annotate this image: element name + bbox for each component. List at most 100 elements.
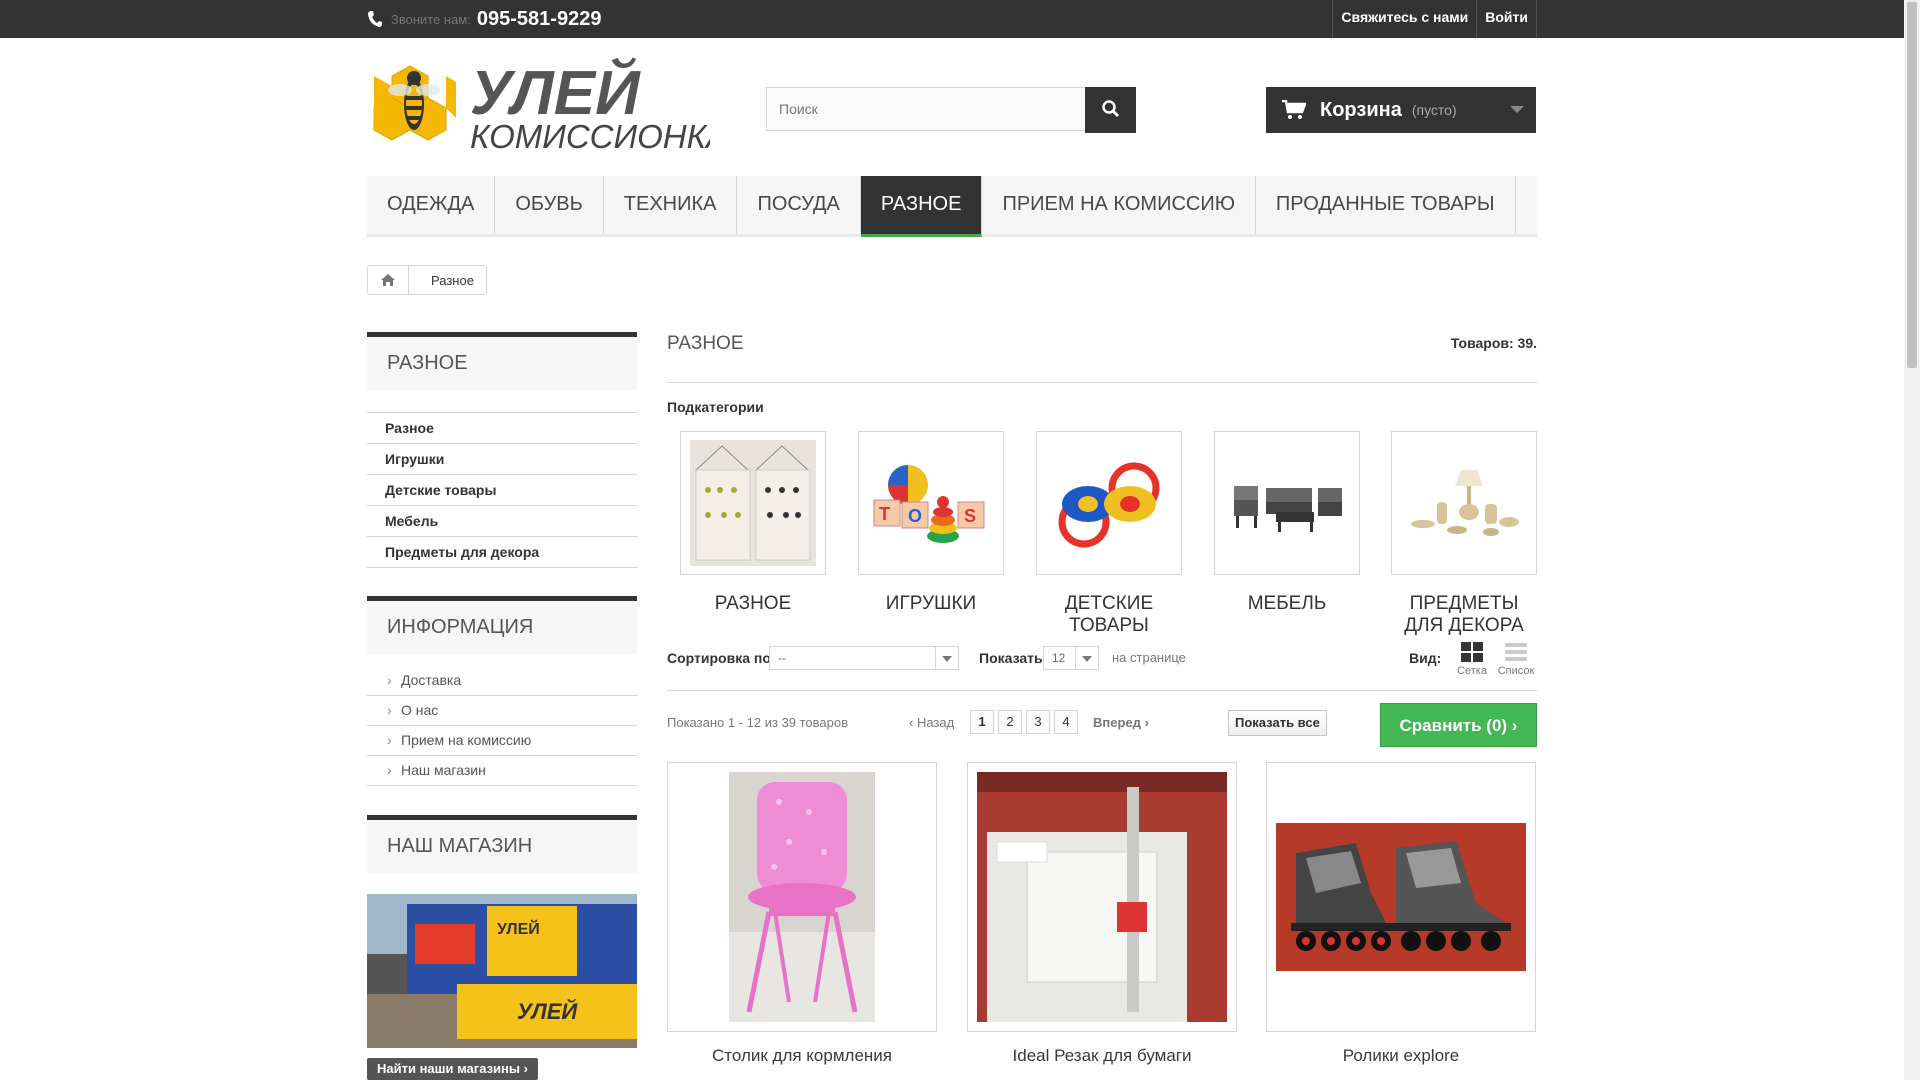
svg-text:O: O — [908, 506, 922, 526]
subcategory-card[interactable]: МЕБЕЛЬ — [1214, 431, 1360, 615]
breadcrumb: Разное — [367, 265, 487, 295]
view-grid-label: Сетка — [1457, 665, 1487, 677]
inline-skates-image[interactable] — [1266, 762, 1536, 1032]
svg-text:УЛЕЙ: УЛЕЙ — [517, 998, 578, 1024]
info-block: ИНФОРМАЦИЯ — [367, 596, 637, 654]
subcategory-name[interactable]: ИГРУШКИ — [858, 593, 1004, 615]
menu-item-sold[interactable]: ПРОДАННЫЕ ТОВАРЫ — [1256, 176, 1516, 234]
svg-text:S: S — [964, 506, 976, 526]
menu-item-shoes[interactable]: ОБУВЬ — [495, 176, 604, 234]
subcategory-name[interactable]: ПРЕДМЕТЫ ДЛЯ ДЕКОРА — [1391, 593, 1537, 637]
divider — [667, 382, 1537, 383]
page-2[interactable]: 2 — [998, 710, 1022, 734]
product-card[interactable]: Столик для кормления — [667, 762, 937, 1066]
cart-label: Корзина — [1320, 98, 1402, 121]
menu-item-dishes[interactable]: ПОСУДА — [737, 176, 861, 234]
phone-info: Звоните нам: 095-581-9229 — [367, 5, 601, 33]
categories-title: РАЗНОЕ — [367, 332, 637, 390]
info-item[interactable]: › Доставка — [367, 666, 637, 696]
cart-icon — [1282, 100, 1306, 119]
shown-count: Показано 1 - 12 из 39 товаров — [667, 715, 848, 730]
decor-items-image[interactable] — [1391, 431, 1537, 575]
find-stores-button[interactable]: Найти наши магазины › — [367, 1058, 538, 1080]
contact-link[interactable]: Свяжитесь с нами — [1332, 0, 1476, 38]
product-name[interactable]: Ролики explore — [1266, 1046, 1536, 1066]
cart-button[interactable]: Корзина (пусто) — [1266, 87, 1536, 133]
page-1[interactable]: 1 — [970, 710, 994, 734]
category-item[interactable]: Предметы для декора — [367, 537, 637, 568]
product-card[interactable]: Ideal Резак для бумаги — [967, 762, 1237, 1066]
product-card[interactable]: Ролики explore — [1266, 762, 1536, 1066]
menu-item-electronics[interactable]: ТЕХНИКА — [604, 176, 738, 234]
subcategory-card[interactable]: РАЗНОЕ — [680, 431, 826, 615]
pacifiers-image[interactable] — [1036, 431, 1182, 575]
chevron-down-icon — [935, 647, 958, 669]
paper-cutter-image[interactable] — [967, 762, 1237, 1032]
subcategory-card[interactable]: T O S ИГРУШКИ — [858, 431, 1004, 615]
chevron-right-icon: › — [387, 672, 392, 688]
list-icon — [1505, 643, 1527, 661]
subcategory-name[interactable]: ДЕТСКИЕ ТОВАРЫ — [1036, 593, 1182, 637]
store-photo[interactable]: УЛЕЙ УЛЕЙ — [367, 894, 637, 1048]
page-title: РАЗНОЕ — [667, 333, 744, 354]
breadcrumb-home[interactable] — [368, 266, 409, 294]
svg-text:УЛЕЙ: УЛЕЙ — [497, 919, 540, 938]
store-block: НАШ МАГАЗИН — [367, 815, 637, 873]
show-all-button[interactable]: Показать все — [1228, 710, 1327, 736]
category-item[interactable]: Разное — [367, 412, 637, 444]
menu-item-consignment[interactable]: ПРИЕМ НА КОМИССИЮ — [982, 176, 1256, 234]
view-list-label: Список — [1497, 665, 1535, 677]
search-button[interactable] — [1085, 87, 1136, 133]
phone-number[interactable]: 095-581-9229 — [477, 8, 602, 31]
categories-block: РАЗНОЕ — [367, 332, 637, 390]
phone-icon — [368, 11, 382, 27]
top-bar: Звоните нам: 095-581-9229 Свяжитесь с на… — [0, 0, 1904, 38]
category-item[interactable]: Игрушки — [367, 444, 637, 475]
honeycomb-bee-icon — [373, 65, 456, 141]
product-name[interactable]: Столик для кормления — [667, 1046, 937, 1066]
chevron-right-icon: › — [387, 762, 392, 778]
info-item[interactable]: › Прием на комиссию — [367, 726, 637, 756]
view-list-button[interactable]: Список — [1496, 642, 1536, 677]
menu-item-misc[interactable]: РАЗНОЕ — [860, 176, 983, 237]
login-link[interactable]: Войти — [1476, 0, 1537, 38]
chevron-down-icon — [1510, 106, 1524, 113]
divider — [667, 690, 1537, 691]
per-page-select[interactable]: 12 — [1043, 646, 1099, 670]
store-title: НАШ МАГАЗИН — [367, 815, 637, 873]
search-box — [766, 87, 1136, 133]
page-scrollbar[interactable] — [1904, 0, 1920, 1080]
subcategory-name[interactable]: МЕБЕЛЬ — [1214, 593, 1360, 615]
subcategories-heading: Подкатегории — [667, 399, 764, 415]
sort-label: Сортировка по — [667, 650, 771, 666]
site-logo[interactable]: УЛЕЙ КОМИССИОНКА — [370, 52, 728, 155]
category-item[interactable]: Детские товары — [367, 475, 637, 506]
scrollbar-thumb[interactable] — [1907, 2, 1917, 368]
subcategory-card[interactable]: ПРЕДМЕТЫ ДЛЯ ДЕКОРА — [1391, 431, 1537, 637]
info-item[interactable]: › О нас — [367, 696, 637, 726]
subcategory-card[interactable]: ДЕТСКИЕ ТОВАРЫ — [1036, 431, 1182, 637]
sort-select[interactable]: -- — [769, 646, 959, 670]
view-grid-button[interactable]: Сетка — [1452, 642, 1492, 677]
call-label: Звоните нам: — [391, 11, 471, 27]
page-3[interactable]: 3 — [1026, 710, 1050, 734]
cart-status: (пусто) — [1411, 102, 1457, 118]
product-count: Товаров: 39. — [1450, 335, 1537, 351]
info-list: › Доставка › О нас › Прием на комиссию › Наш… — [367, 666, 637, 786]
product-name[interactable]: Ideal Резак для бумаги — [967, 1046, 1237, 1066]
search-input[interactable] — [766, 87, 1086, 131]
compare-button[interactable]: Сравнить (0) › — [1380, 703, 1537, 747]
next-page-link[interactable]: Вперед › — [1093, 715, 1149, 730]
prev-page-link[interactable]: ‹ Назад — [909, 715, 954, 730]
garden-furniture-image[interactable] — [1214, 431, 1360, 575]
info-title: ИНФОРМАЦИЯ — [367, 596, 637, 654]
wall-organizer-image[interactable] — [680, 431, 826, 575]
svg-text:T: T — [879, 504, 890, 524]
page-4[interactable]: 4 — [1054, 710, 1078, 734]
subcategory-name[interactable]: РАЗНОЕ — [680, 593, 826, 615]
info-item[interactable]: › Наш магазин — [367, 756, 637, 786]
pink-highchair-image[interactable] — [667, 762, 937, 1032]
menu-item-clothes[interactable]: ОДЕЖДА — [367, 176, 496, 234]
category-item[interactable]: Мебель — [367, 506, 637, 537]
toys-image[interactable]: T O S — [858, 431, 1004, 575]
